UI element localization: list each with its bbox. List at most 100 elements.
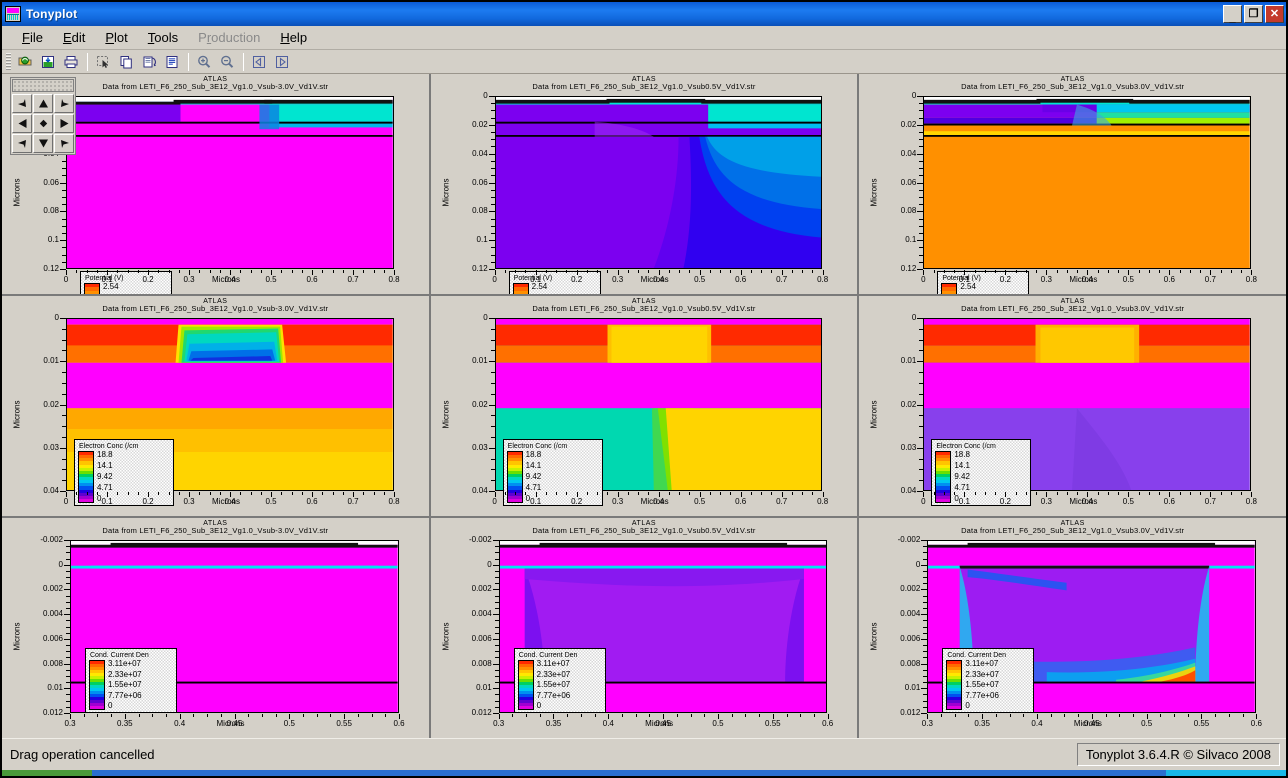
x-minor-tick — [168, 492, 170, 495]
pan-down-button[interactable] — [33, 134, 53, 153]
plot-panel-7[interactable]: ATLAS Data from LETI_F6_250_Sub_3E12_Vg1… — [2, 518, 429, 738]
x-minor-tick — [566, 270, 568, 273]
toolbar-separator-1 — [87, 52, 88, 71]
x-minor-tick — [316, 714, 318, 717]
x-minor-tick — [802, 270, 804, 273]
x-tick-label: 0 — [63, 275, 69, 284]
toolbar-grip[interactable] — [6, 52, 11, 71]
legend-value: 18.8 — [97, 450, 113, 459]
plot-panel-1[interactable]: ATLAS Data from LETI_F6_250_Sub_3E12_Vg1… — [2, 74, 429, 294]
legend-value: 1.55e+07 — [108, 680, 142, 689]
x-minor-tick — [720, 492, 722, 495]
panel4-legend[interactable]: Electron Conc (/cm 18.8 14.1 9.42 4.71 0 — [74, 439, 174, 506]
panel2-canvas[interactable] — [494, 96, 823, 269]
panel5-colorbar — [506, 451, 523, 503]
y-minor-tick — [62, 436, 66, 438]
menu-edit[interactable]: Edit — [53, 28, 95, 47]
x-tick-label: 0.2 — [571, 275, 583, 284]
y-minor-tick — [62, 469, 66, 471]
legend-value: 18.8 — [954, 450, 970, 459]
toolbar-separator-3 — [243, 52, 244, 71]
x-minor-tick — [220, 714, 222, 717]
minimize-button[interactable]: _ — [1223, 5, 1242, 23]
paste-icon[interactable] — [139, 52, 160, 72]
copy-icon[interactable] — [116, 52, 137, 72]
x-minor-tick — [504, 270, 506, 273]
panel9-legend-values: 3.11e+07 2.33e+07 1.55e+07 7.77e+06 0 — [965, 660, 999, 710]
x-tick-mark — [699, 270, 701, 275]
plot-panel-5[interactable]: ATLAS Data from LETI_F6_250_Sub_3E12_Vg1… — [430, 296, 858, 516]
navpad-handle[interactable] — [12, 79, 74, 92]
y-tick-mark — [492, 564, 499, 566]
x-tick-label: 0.1 — [101, 275, 113, 284]
y-minor-tick — [923, 570, 928, 572]
panel1-canvas[interactable] — [66, 96, 394, 269]
panel9-legend[interactable]: Cond. Current Den 3.11e+07 2.33e+07 1.55… — [942, 648, 1035, 713]
properties-icon[interactable] — [162, 52, 183, 72]
select-region-icon[interactable] — [93, 52, 114, 72]
pan-down-left-button[interactable] — [12, 134, 32, 153]
x-minor-tick — [373, 492, 375, 495]
y-minor-tick — [490, 196, 495, 198]
menu-file[interactable]: File — [12, 28, 53, 47]
y-minor-tick — [923, 632, 928, 634]
x-tick-label: 0.6 — [393, 719, 405, 728]
y-tick-label: 0.03 — [43, 442, 59, 452]
plot-panel-9[interactable]: ATLAS Data from LETI_F6_250_Sub_3E12_Vg1… — [859, 518, 1286, 738]
pan-navigation-pad[interactable] — [10, 77, 76, 155]
maximize-button[interactable]: ❐ — [1244, 5, 1263, 23]
pan-up-right-button[interactable] — [54, 94, 74, 113]
pan-center-button[interactable] — [33, 114, 53, 133]
menu-tools-rest: ools — [154, 30, 179, 45]
x-minor-tick — [291, 492, 293, 495]
pan-left-button[interactable] — [12, 114, 32, 133]
import-file-icon[interactable] — [38, 52, 59, 72]
x-tick-mark — [740, 492, 742, 497]
plot-panel-4[interactable]: ATLAS Data from LETI_F6_250_Sub_3E12_Vg1… — [2, 296, 429, 516]
plot-panel-2[interactable]: ATLAS Data from LETI_F6_250_Sub_3E12_Vg1… — [430, 74, 858, 294]
print-icon[interactable] — [61, 52, 82, 72]
y-minor-tick — [490, 189, 495, 191]
y-tick-label: 0.04 — [900, 148, 917, 158]
y-minor-tick — [66, 651, 70, 653]
panel8-legend[interactable]: Cond. Current Den 3.11e+07 2.33e+07 1.55… — [513, 648, 606, 713]
panel3-canvas[interactable] — [923, 96, 1251, 269]
pan-up-left-button[interactable] — [12, 94, 32, 113]
panel5-legend[interactable]: Electron Conc (/cm 18.8 14.1 9.42 4.71 0 — [502, 439, 603, 506]
zoom-out-icon[interactable] — [217, 52, 238, 72]
x-tick-mark — [740, 270, 742, 275]
y-minor-tick — [494, 669, 499, 671]
x-minor-tick — [1118, 270, 1120, 273]
y-minor-tick — [62, 175, 66, 177]
x-minor-tick — [275, 714, 277, 717]
panel3-colorbar — [941, 283, 958, 294]
next-plot-icon[interactable] — [272, 52, 293, 72]
menu-plot[interactable]: Plot — [95, 28, 137, 47]
plot-panel-6[interactable]: ATLAS Data from LETI_F6_250_Sub_3E12_Vg1… — [859, 296, 1286, 516]
legend-value: 7.77e+06 — [536, 690, 571, 700]
y-minor-tick — [66, 583, 70, 585]
close-button[interactable]: ✕ — [1265, 5, 1284, 23]
y-minor-tick — [919, 436, 924, 438]
pan-right-button[interactable] — [54, 114, 74, 133]
plot-panel-8[interactable]: ATLAS Data from LETI_F6_250_Sub_3E12_Vg1… — [430, 518, 858, 738]
menu-tools[interactable]: Tools — [138, 28, 188, 47]
menu-help[interactable]: Help — [270, 28, 317, 47]
plot-panel-3[interactable]: ATLAS Data from LETI_F6_250_Sub_3E12_Vg1… — [859, 74, 1286, 294]
x-minor-tick — [515, 492, 517, 495]
y-tick-label: 0.1 — [47, 235, 59, 245]
panel7-legend[interactable]: Cond. Current Den 3.11e+07 2.33e+07 1.55… — [85, 648, 177, 713]
open-file-icon[interactable] — [15, 52, 36, 72]
zoom-in-icon[interactable] — [194, 52, 215, 72]
x-tick-mark — [964, 270, 966, 275]
x-minor-tick — [1179, 270, 1181, 273]
y-minor-tick — [490, 160, 495, 162]
pan-down-right-button[interactable] — [54, 134, 74, 153]
y-tick-mark — [488, 153, 495, 155]
panel6-legend[interactable]: Electron Conc (/cm 18.8 14.1 9.42 4.71 0 — [931, 439, 1032, 506]
y-minor-tick — [923, 552, 928, 554]
previous-plot-icon[interactable] — [249, 52, 270, 72]
x-tick-label: 0.7 — [1204, 497, 1216, 506]
pan-up-button[interactable] — [33, 94, 53, 113]
x-minor-tick — [97, 714, 99, 717]
